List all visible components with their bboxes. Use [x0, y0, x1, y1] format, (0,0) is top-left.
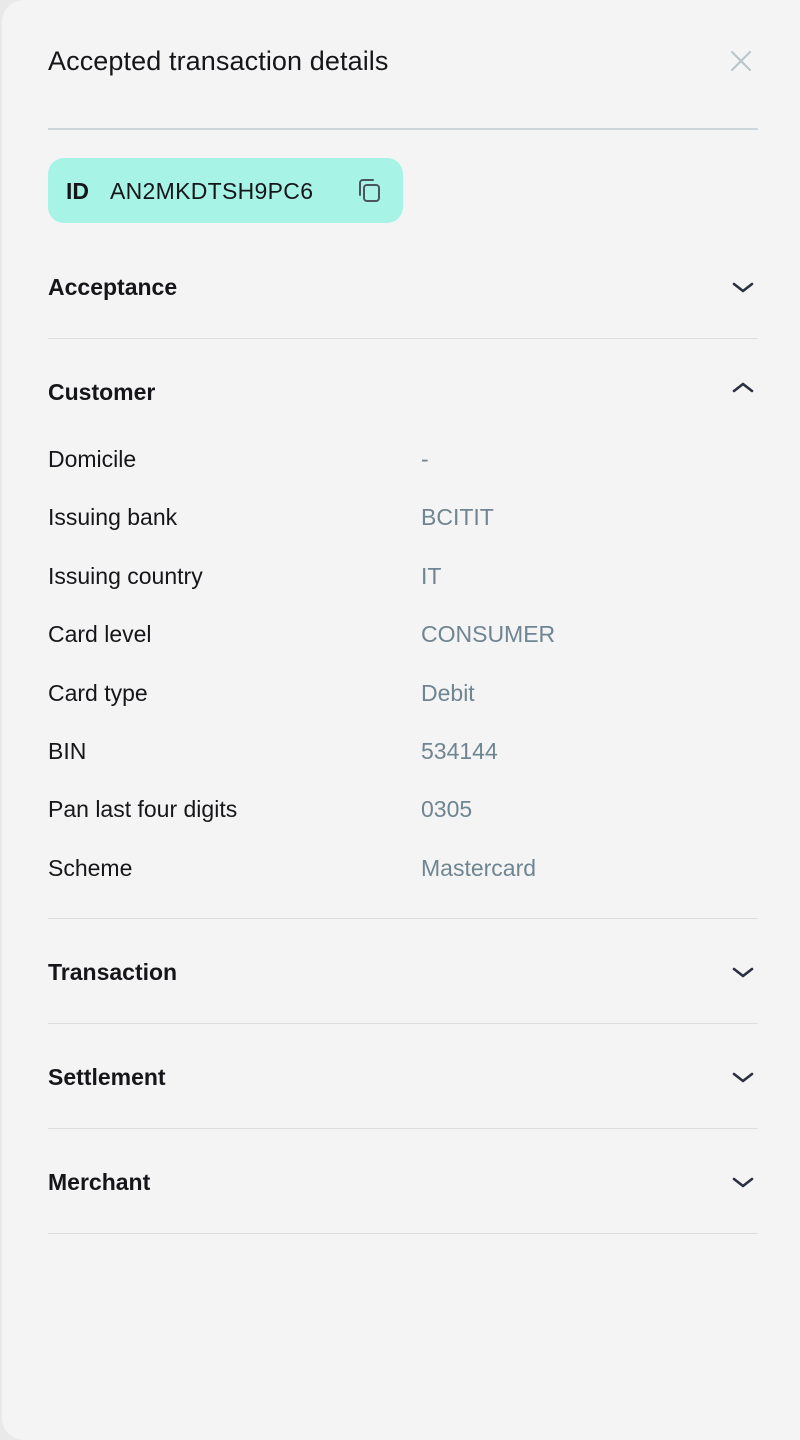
copy-icon	[359, 179, 380, 202]
panel-title: Accepted transaction details	[48, 46, 389, 76]
section-customer: Customer Domicile - Issuing bank BCITIT …	[48, 352, 758, 919]
detail-value: IT	[421, 563, 442, 589]
id-label: ID	[66, 178, 89, 204]
detail-row-domicile: Domicile -	[48, 446, 758, 486]
section-settlement-title: Settlement	[48, 1064, 166, 1090]
close-icon	[731, 51, 751, 71]
detail-value: -	[421, 446, 429, 472]
detail-value: CONSUMER	[421, 621, 556, 647]
detail-label: BIN	[48, 738, 87, 764]
section-settlement-header[interactable]: Settlement	[48, 1037, 758, 1117]
chevron-down-icon	[732, 282, 754, 293]
detail-row-pan-last-four: Pan last four digits 0305	[48, 796, 758, 836]
section-merchant-title: Merchant	[48, 1169, 151, 1195]
detail-label: Pan last four digits	[48, 796, 238, 822]
detail-value: 0305	[421, 796, 473, 822]
section-customer-title: Customer	[48, 379, 156, 405]
detail-label: Scheme	[48, 855, 133, 881]
section-customer-header[interactable]: Customer	[48, 352, 758, 432]
detail-value: Debit	[421, 680, 475, 706]
detail-row-card-type: Card type Debit	[48, 680, 758, 720]
section-transaction-header[interactable]: Transaction	[48, 932, 758, 1012]
detail-row-card-level: Card level CONSUMER	[48, 621, 758, 661]
section-merchant-header[interactable]: Merchant	[48, 1142, 758, 1222]
section-settlement: Settlement	[48, 1037, 758, 1129]
section-acceptance: Acceptance	[48, 247, 758, 339]
detail-label: Issuing country	[48, 563, 203, 589]
detail-value: Mastercard	[421, 855, 537, 881]
chevron-up-icon	[732, 382, 754, 393]
section-transaction: Transaction	[48, 932, 758, 1024]
chevron-down-icon	[732, 1177, 754, 1188]
section-acceptance-title: Acceptance	[48, 274, 178, 300]
panel-header: Accepted transaction details	[48, 0, 758, 130]
detail-value: 534144	[421, 738, 498, 764]
transaction-id-chip: ID AN2MKDTSH9PC6	[48, 158, 403, 223]
detail-row-scheme: Scheme Mastercard	[48, 855, 758, 895]
detail-label: Card type	[48, 680, 148, 706]
detail-label: Domicile	[48, 446, 137, 472]
transaction-id-value: AN2MKDTSH9PC6	[110, 178, 314, 204]
detail-row-bin: BIN 534144	[48, 738, 758, 778]
detail-row-issuing-country: Issuing country IT	[48, 563, 758, 603]
chevron-down-icon	[732, 967, 754, 978]
chevron-down-icon	[732, 1072, 754, 1083]
detail-row-issuing-bank: Issuing bank BCITIT	[48, 504, 758, 544]
transaction-details-panel: Accepted transaction details ID AN2MKDTS…	[2, 0, 800, 1440]
detail-label: Card level	[48, 621, 152, 647]
close-button[interactable]	[724, 44, 758, 78]
detail-value: BCITIT	[421, 504, 494, 530]
section-transaction-title: Transaction	[48, 959, 178, 985]
copy-id-button[interactable]	[354, 175, 386, 207]
section-acceptance-header[interactable]: Acceptance	[48, 247, 758, 327]
detail-label: Issuing bank	[48, 504, 178, 530]
section-merchant: Merchant	[48, 1142, 758, 1234]
